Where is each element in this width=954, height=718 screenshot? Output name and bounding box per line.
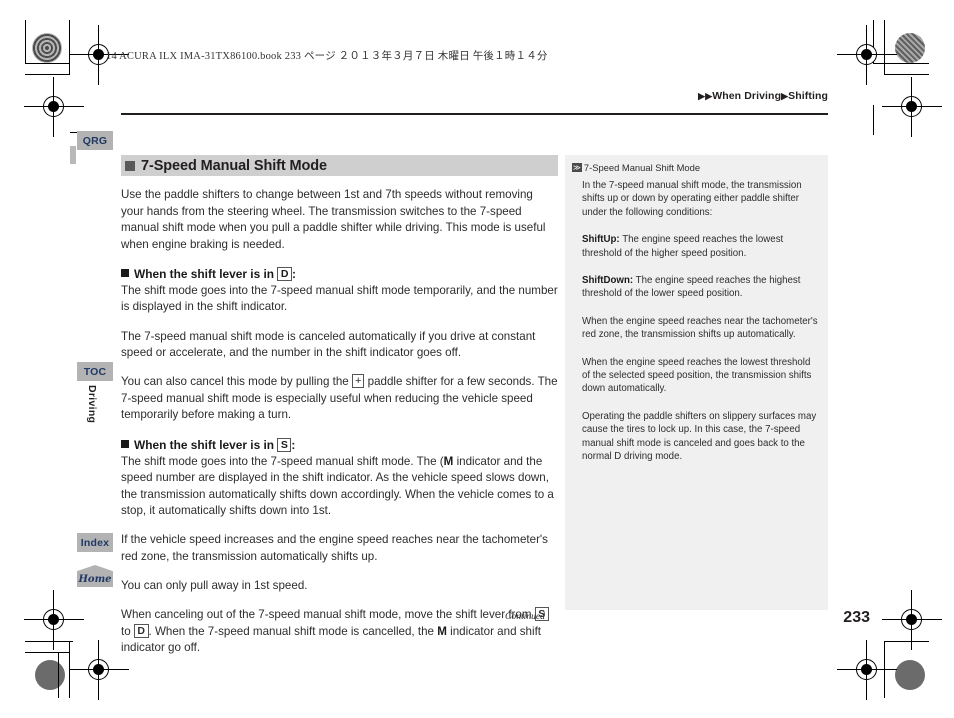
breadcrumb-level-1[interactable]: When Driving — [712, 90, 781, 102]
section-title-text: 7-Speed Manual Shift Mode — [141, 157, 328, 174]
note-paragraph-1: In the 7-speed manual shift mode, the tr… — [582, 180, 802, 218]
chapter-marker-driving: Driving — [86, 385, 98, 424]
note-shiftup: ShiftUp: The engine speed reaches the lo… — [582, 233, 819, 260]
gear-indicator-d: D — [277, 266, 292, 281]
paragraph-7b: to — [121, 624, 131, 638]
breadcrumb: ▶▶When Driving▶Shifting — [698, 90, 828, 102]
paragraph-4a: The shift mode goes into the 7-speed man… — [121, 454, 444, 468]
section-title: 7-Speed Manual Shift Mode — [121, 155, 558, 176]
tab-rail-stub — [70, 146, 76, 164]
crop-line — [58, 652, 59, 698]
m-indicator-label: M — [437, 624, 447, 638]
gear-indicator-s: S — [277, 437, 292, 452]
crop-line — [25, 63, 69, 64]
shiftup-label: ShiftUp: — [582, 234, 620, 246]
registration-dot-top-right — [895, 33, 925, 63]
registration-crosshair-bottom-left — [24, 590, 84, 650]
note-title-text: 7-Speed Manual Shift Mode — [583, 162, 701, 173]
registration-crosshair-left — [24, 77, 84, 137]
sidebar-tab-toc[interactable]: TOC — [77, 362, 113, 381]
gear-indicator-d: D — [133, 623, 149, 638]
note-paragraph-3: When the engine speed reaches the lowest… — [582, 356, 812, 395]
double-triangle-icon: ▶▶ — [698, 91, 713, 101]
square-bullet-icon — [121, 439, 129, 448]
paragraph-7a: When canceling out of the 7-speed manual… — [121, 608, 532, 622]
continued-label: Continued — [505, 611, 545, 622]
crop-line — [884, 641, 929, 642]
paragraph-2: The 7-speed manual shift mode is cancele… — [121, 329, 536, 360]
crop-line — [25, 20, 26, 64]
paragraph-3: You can also cancel this mode by pulling… — [121, 374, 558, 424]
square-bullet-icon — [125, 160, 135, 171]
registration-target-top-left — [32, 33, 62, 63]
crop-line — [25, 641, 73, 642]
print-slug-line: 14 ACURA ILX IMA-31TX86100.book 233 ページ … — [106, 51, 548, 62]
registration-dot-bottom-left — [35, 660, 65, 690]
paragraph-6: You can only pull away in 1st speed. — [121, 579, 308, 593]
subheading-shift-lever-s: When the shift lever is in S: — [121, 437, 558, 454]
sidebar-tab-index[interactable]: Index — [77, 533, 113, 552]
note-paragraph-2: When the engine speed reaches near the t… — [582, 315, 818, 341]
note-body: In the 7-speed manual shift mode, the tr… — [572, 179, 819, 464]
square-bullet-icon — [121, 268, 129, 277]
subheading-shift-lever-d: When the shift lever is in D: — [121, 266, 558, 283]
shiftdown-label: ShiftDown: — [582, 275, 634, 287]
crop-line — [25, 74, 70, 75]
registration-crosshair-top-right — [837, 25, 897, 85]
note-shiftdown: ShiftDown: The engine speed reaches the … — [582, 274, 819, 301]
paragraph-7c: . When the 7-speed manual shift mode is … — [148, 624, 435, 638]
side-note-panel: ≫ 7-Speed Manual Shift Mode In the 7-spee… — [565, 155, 828, 610]
header-divider — [121, 113, 828, 115]
subheading-colon: : — [291, 437, 296, 452]
subheading-text: When the shift lever is in — [134, 266, 275, 281]
crop-line — [884, 74, 929, 75]
crop-line — [873, 105, 874, 135]
subheading-text: When the shift lever is in — [134, 437, 275, 452]
registration-crosshair-right — [882, 77, 942, 137]
body-text: Use the paddle shifters to change betwee… — [121, 176, 558, 657]
breadcrumb-level-2[interactable]: Shifting — [788, 90, 828, 102]
registration-crosshair-right-bottom — [882, 590, 942, 650]
crop-line — [884, 20, 885, 74]
m-indicator-label: M — [443, 454, 454, 468]
registration-crosshair-bottom — [69, 640, 129, 700]
double-chevron-icon: ≫ — [572, 163, 582, 172]
note-title: ≫ 7-Speed Manual Shift Mode — [572, 161, 819, 174]
paragraph-1: The shift mode goes into the 7-speed man… — [121, 283, 558, 314]
paddle-shifter-plus-icon: + — [351, 374, 365, 389]
page-number: 233 — [843, 609, 870, 626]
sidebar-tab-home[interactable]: Home — [77, 565, 113, 587]
paragraph-4: The shift mode goes into the 7-speed man… — [121, 454, 558, 520]
registration-dot-bottom-right — [895, 660, 925, 690]
subheading-colon: : — [291, 266, 296, 281]
note-paragraph-4: Operating the paddle shifters on slipper… — [582, 410, 817, 463]
paragraph-5: If the vehicle speed increases and the e… — [121, 533, 548, 563]
crop-line — [25, 652, 69, 653]
sidebar-tab-qrg[interactable]: QRG — [77, 131, 113, 150]
home-label: Home — [78, 574, 112, 585]
main-content-column: 7-Speed Manual Shift Mode Use the paddle… — [121, 155, 558, 657]
paragraph-intro: Use the paddle shifters to change betwee… — [121, 188, 546, 251]
paragraph-3a: You can also cancel this mode by pulling… — [121, 375, 349, 389]
registration-crosshair-bottom-right — [837, 640, 897, 700]
crop-line — [69, 20, 70, 74]
paragraph-7: When canceling out of the 7-speed manual… — [121, 607, 558, 657]
